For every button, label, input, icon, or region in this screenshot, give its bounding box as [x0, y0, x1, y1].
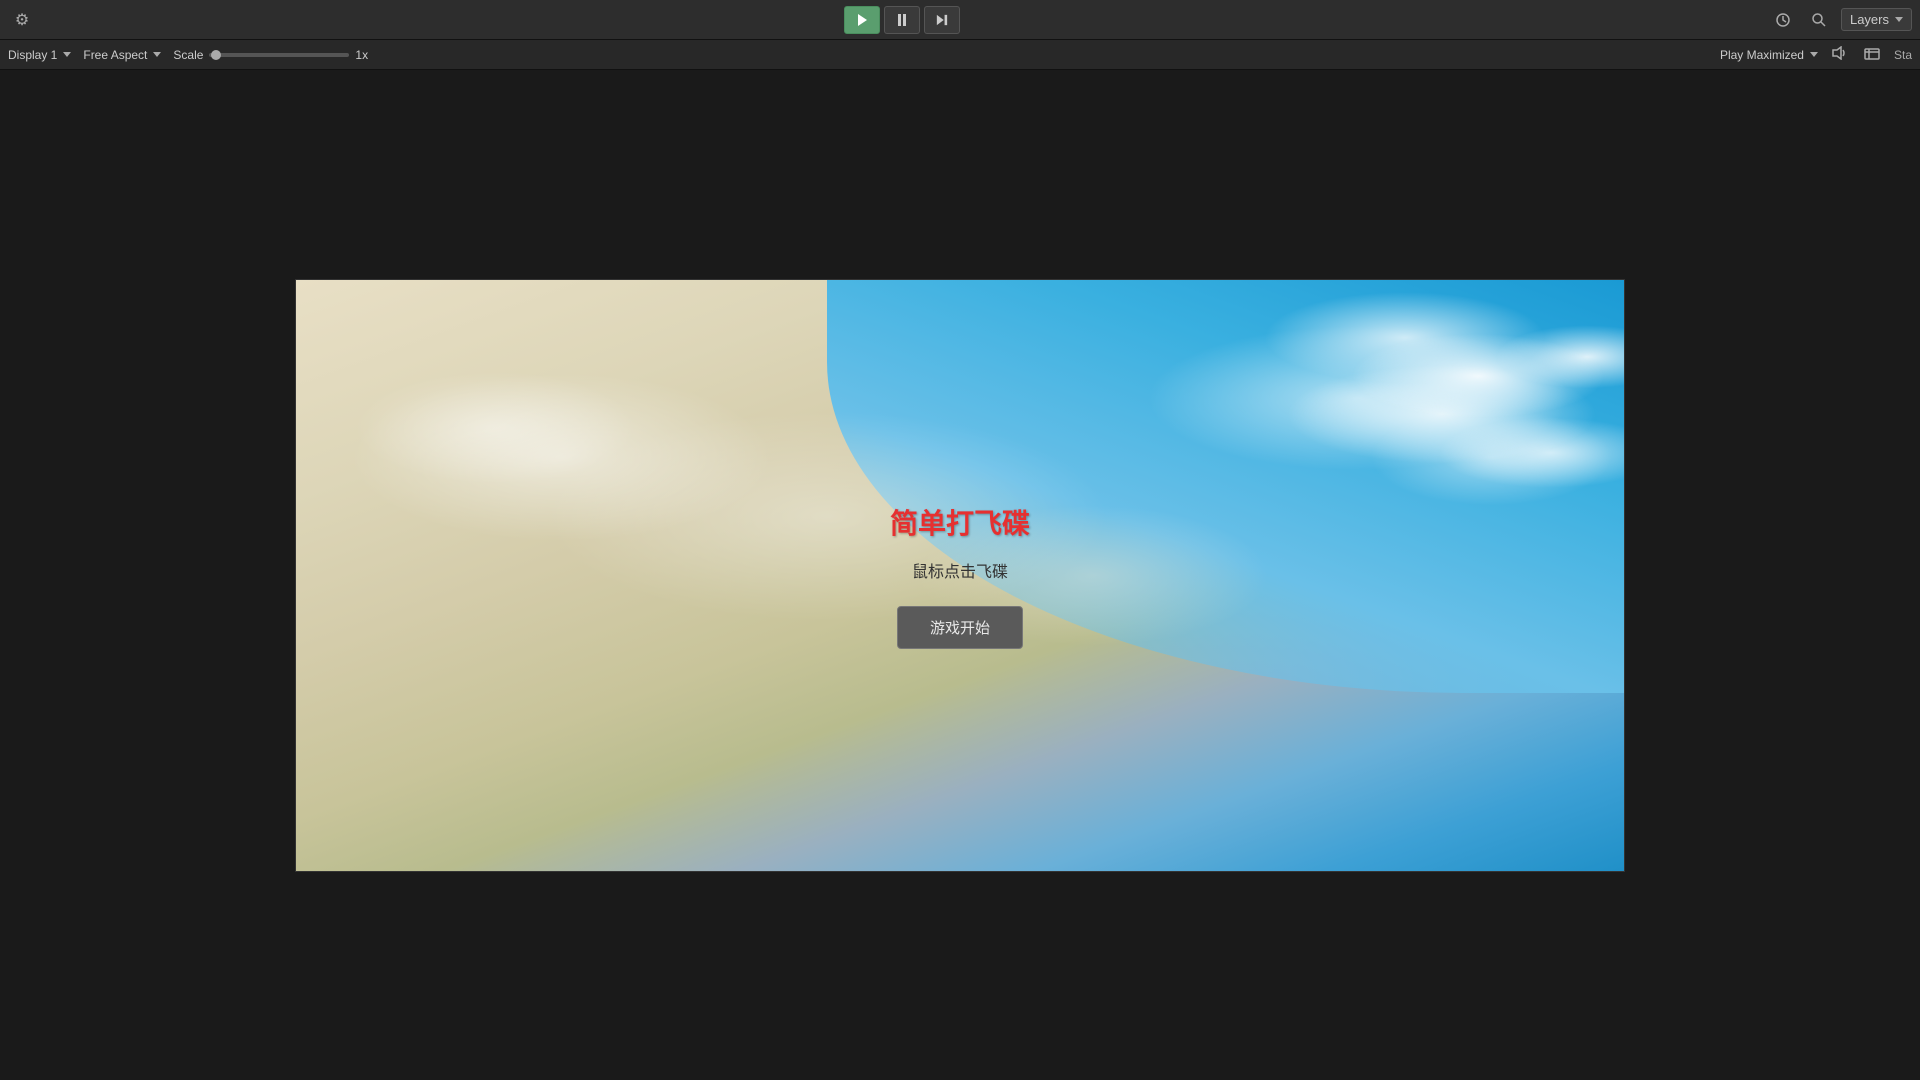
pause-button[interactable]	[884, 6, 920, 34]
history-button[interactable]	[1769, 6, 1797, 34]
play-button[interactable]	[844, 6, 880, 34]
layers-label: Layers	[1850, 12, 1889, 27]
secondary-left: Display 1 Free Aspect Scale 1x	[8, 48, 368, 62]
secondary-toolbar: Display 1 Free Aspect Scale 1x Play Maxi…	[0, 40, 1920, 70]
display-label: Display 1	[8, 48, 57, 62]
display-dropdown[interactable]: Display 1	[8, 48, 71, 62]
game-subtitle: 鼠标点击飞碟	[912, 558, 1008, 582]
secondary-right: Play Maximized Sta	[1720, 44, 1912, 65]
search-button[interactable]	[1805, 6, 1833, 34]
audio-button[interactable]	[1828, 44, 1850, 65]
toolbar-left: ⚙	[8, 6, 36, 34]
play-maximized-chevron-icon	[1810, 52, 1818, 57]
display-chevron-icon	[63, 52, 71, 57]
aspect-dropdown[interactable]: Free Aspect	[83, 48, 161, 62]
layers-dropdown[interactable]: Layers	[1841, 8, 1912, 31]
start-game-button[interactable]: 游戏开始	[897, 606, 1023, 649]
play-maximized-dropdown[interactable]: Play Maximized	[1720, 48, 1818, 62]
scale-value: 1x	[355, 48, 368, 62]
game-viewport[interactable]: 简单打飞碟 鼠标点击飞碟 游戏开始	[295, 279, 1625, 872]
play-maximized-label: Play Maximized	[1720, 48, 1804, 62]
layers-chevron-icon	[1895, 17, 1903, 22]
scale-slider[interactable]	[209, 53, 349, 57]
scale-slider-thumb	[211, 50, 221, 60]
toolbar-center	[844, 6, 960, 34]
aspect-label: Free Aspect	[83, 48, 147, 62]
scale-section: Scale 1x	[173, 48, 368, 62]
step-button[interactable]	[924, 6, 960, 34]
display-toggle-button[interactable]	[1860, 45, 1884, 65]
settings-button[interactable]: ⚙	[8, 6, 36, 34]
scale-label: Scale	[173, 48, 203, 62]
main-area: 简单打飞碟 鼠标点击飞碟 游戏开始	[0, 70, 1920, 1080]
top-toolbar: ⚙	[0, 0, 1920, 40]
aspect-chevron-icon	[153, 52, 161, 57]
toolbar-right: Layers	[1769, 6, 1912, 34]
game-title: 简单打飞碟	[890, 502, 1030, 542]
stats-label: Sta	[1894, 48, 1912, 62]
game-ui: 简单打飞碟 鼠标点击飞碟 游戏开始	[296, 280, 1624, 871]
